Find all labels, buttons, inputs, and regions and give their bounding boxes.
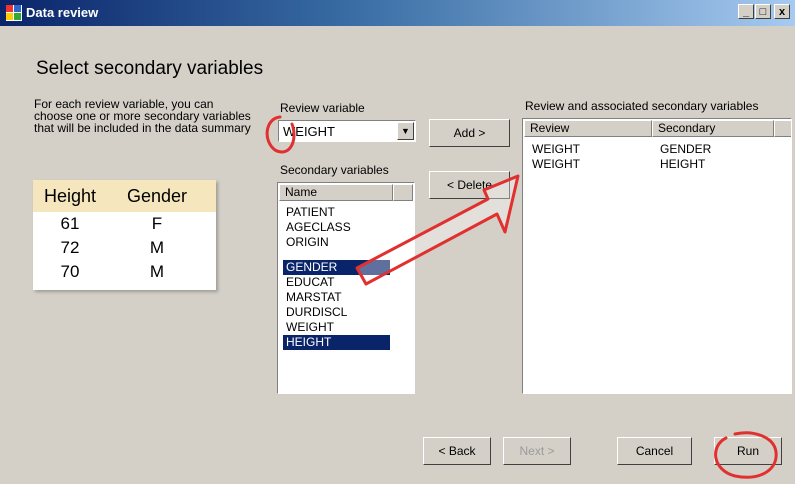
review-variable-value: WEIGHT [283,124,335,139]
list-item[interactable]: EDUCAT [283,275,337,290]
list-item[interactable]: MARSTAT [283,290,345,305]
list-item-selected[interactable]: HEIGHT [283,335,390,350]
title-bar: Data review _ □ x [0,0,795,26]
table-row: 61 F [33,212,216,236]
example-table-header: Height Gender [33,180,216,212]
window-title: Data review [26,5,99,20]
list-item[interactable]: ORIGIN [283,235,332,250]
list-item[interactable]: WEIGHT [283,320,337,335]
cell-height: 70 [60,262,80,281]
review-variable-label: Review variable [280,101,365,115]
chevron-down-icon[interactable]: ▼ [397,122,414,140]
delete-button[interactable]: < Delete [429,171,510,199]
add-button[interactable]: Add > [429,119,510,147]
instructions-text: For each review variable, you can choose… [34,97,251,135]
example-table: Height Gender 61 F 72 M 70 M [33,180,216,290]
list-item[interactable]: PATIENT [283,205,338,220]
close-button[interactable]: x [774,4,790,19]
list-item[interactable]: DURDISCL [283,305,350,320]
run-button[interactable]: Run [714,437,782,465]
cell-gender: M [149,262,165,281]
minimize-button[interactable]: _ [738,4,754,19]
cell-height: 61 [60,214,80,233]
list-item[interactable]: AGECLASS [283,220,354,235]
header-gender: Gender [126,185,188,206]
cell-gender: F [151,214,163,233]
cancel-button[interactable]: Cancel [617,437,692,465]
secondary-variables-list[interactable]: Name PATIENT AGECLASS ORIGIN GENDER EDUC… [277,182,415,394]
associated-label: Review and associated secondary variable… [525,99,759,113]
associated-list[interactable]: Review Secondary WEIGHT GENDER WEIGHT HE… [522,118,792,394]
table-row: 72 M [33,236,216,260]
review-variable-select[interactable]: WEIGHT ▼ [278,120,416,142]
back-button[interactable]: < Back [423,437,491,465]
review-cell[interactable]: WEIGHT [532,157,580,172]
secondary-cell[interactable]: GENDER [660,142,711,157]
review-column-header[interactable]: Review [524,120,652,137]
table-row: 70 M [33,260,216,284]
review-cell[interactable]: WEIGHT [532,142,580,157]
secondary-column-header[interactable]: Secondary [652,120,774,137]
cell-gender: M [149,238,165,257]
name-column-header[interactable]: Name [279,184,393,201]
page-heading: Select secondary variables [36,58,264,79]
blank-column-header [774,120,791,137]
secondary-variables-label: Secondary variables [280,163,389,177]
app-icon [6,5,22,21]
header-height: Height [43,185,97,206]
cell-height: 72 [60,238,80,257]
list-item-selected[interactable]: GENDER [283,260,390,275]
maximize-button[interactable]: □ [755,4,771,19]
next-button[interactable]: Next > [503,437,571,465]
secondary-cell[interactable]: HEIGHT [660,157,705,172]
blank-column-header [393,184,413,201]
